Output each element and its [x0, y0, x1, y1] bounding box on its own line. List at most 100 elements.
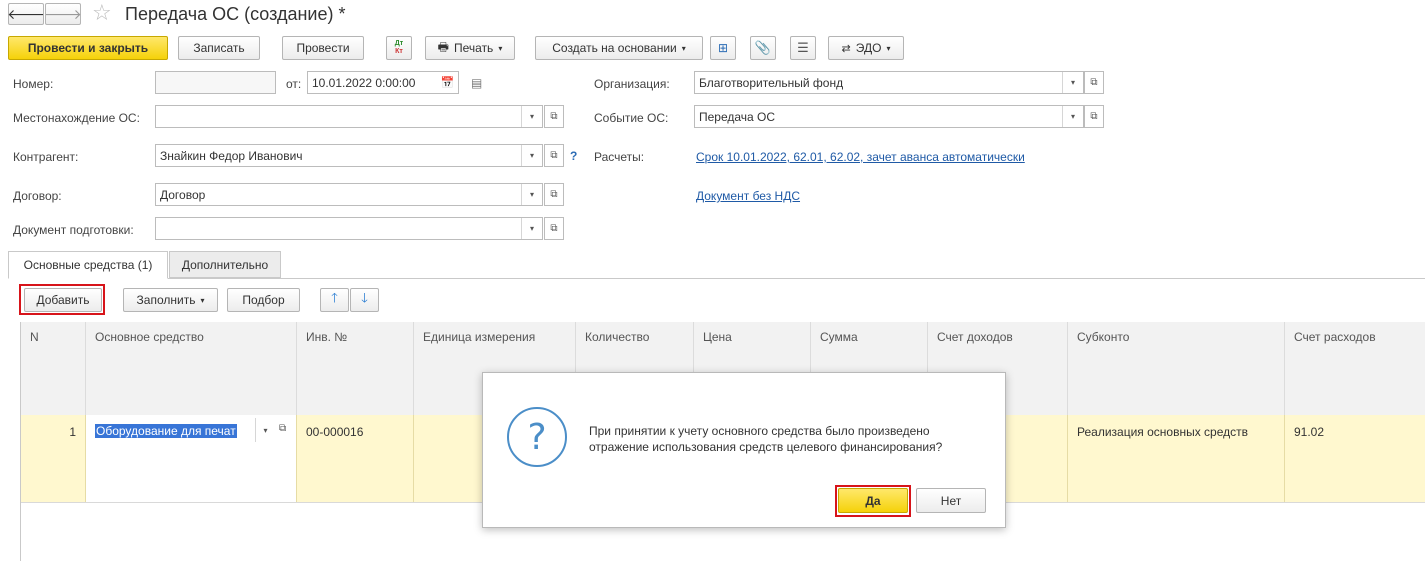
settlements-link[interactable]: Срок 10.01.2022, 62.01, 62.02, зачет ава…: [696, 150, 1025, 164]
printer-icon: 🖶: [437, 39, 449, 54]
organization-value: Благотворительный фонд: [699, 75, 844, 90]
add-highlight-frame: [19, 284, 105, 315]
cell-subconto[interactable]: Реализация основных средств: [1068, 415, 1285, 502]
open-location-button[interactable]: ⧉: [544, 105, 564, 128]
dialog-message-line2: отражение использования средств целевого…: [589, 440, 943, 454]
chevron-down-icon[interactable]: ▾: [521, 218, 542, 239]
date-value: 10.01.2022 0:00:00: [312, 75, 416, 90]
tab-fixed-assets[interactable]: Основные средства (1): [8, 251, 168, 279]
help-icon[interactable]: ?: [570, 149, 577, 163]
col-inv[interactable]: Инв. №: [297, 322, 414, 415]
paperclip-icon: 📎: [754, 40, 772, 55]
arrow-left-icon: 🡐: [7, 5, 45, 22]
open-icon: ⧉: [1090, 77, 1098, 88]
chevron-down-icon: ▾: [200, 295, 205, 305]
post-and-close-button[interactable]: Провести и закрыть: [8, 36, 168, 60]
dialog-message-line1: При принятии к учету основного средства …: [589, 424, 930, 438]
asset-dropdown[interactable]: ▾: [255, 418, 275, 442]
open-icon: ⧉: [550, 223, 558, 234]
number-label: Номер:: [13, 77, 54, 91]
dt-kt-icon: Дт Кт: [394, 40, 404, 55]
fill-button[interactable]: Заполнить ▾: [123, 288, 218, 312]
print-button[interactable]: 🖶 Печать ▾: [425, 36, 515, 60]
open-icon: ⧉: [1090, 111, 1098, 122]
open-icon: ⧉: [550, 189, 558, 200]
attach-button[interactable]: 📎: [750, 36, 776, 60]
open-prep-doc-button[interactable]: ⧉: [544, 217, 564, 240]
col-n[interactable]: N: [21, 322, 86, 415]
save-button[interactable]: Записать: [178, 36, 260, 60]
chevron-down-icon[interactable]: ▾: [521, 184, 542, 205]
cell-expense-account[interactable]: 91.02: [1285, 415, 1425, 502]
create-based-on-button[interactable]: Создать на основании ▾: [535, 36, 703, 60]
open-event-button[interactable]: ⧉: [1084, 105, 1104, 128]
contract-label: Договор:: [13, 189, 62, 203]
chevron-down-icon: ▾: [498, 43, 503, 53]
open-icon: ⧉: [550, 111, 558, 122]
chevron-down-icon[interactable]: ▾: [1062, 106, 1083, 127]
prep-doc-field[interactable]: ▾: [155, 217, 543, 240]
cell-inv[interactable]: 00-000016: [297, 415, 414, 502]
contract-field[interactable]: Договор ▾: [155, 183, 543, 206]
open-icon[interactable]: ⧉: [279, 423, 286, 434]
organization-field[interactable]: Благотворительный фонд ▾: [694, 71, 1084, 94]
dt-kt-button[interactable]: Дт Кт: [386, 36, 412, 60]
vat-document-link[interactable]: Документ без НДС: [696, 189, 800, 203]
counterparty-field[interactable]: Знайкин Федор Иванович ▾: [155, 144, 543, 167]
location-field[interactable]: ▾: [155, 105, 543, 128]
arrow-up-icon: 🡑: [331, 290, 338, 305]
chevron-down-icon: ▾: [886, 43, 891, 53]
chevron-down-icon: ▾: [681, 43, 686, 53]
counterparty-value: Знайкин Федор Иванович: [160, 148, 303, 163]
open-contract-button[interactable]: ⧉: [544, 183, 564, 206]
window-title: Передача ОС (создание) *: [125, 4, 346, 24]
counterparty-label: Контрагент:: [13, 150, 79, 164]
event-label: Событие ОС:: [594, 111, 669, 125]
date-field[interactable]: 10.01.2022 0:00:00 📅: [307, 71, 459, 94]
col-asset[interactable]: Основное средство: [86, 322, 297, 415]
comment-icon[interactable]: ▤: [471, 76, 482, 90]
back-button[interactable]: 🡐: [7, 3, 45, 25]
calendar-icon[interactable]: 📅: [437, 72, 458, 93]
chevron-down-icon[interactable]: ▾: [521, 106, 542, 127]
col-expense-account[interactable]: Счет расходов: [1285, 322, 1425, 415]
confirm-dialog: ? При принятии к учету основного средств…: [482, 372, 1006, 528]
open-counterparty-button[interactable]: ⧉: [544, 144, 564, 167]
select-button[interactable]: Подбор: [227, 288, 300, 312]
organization-label: Организация:: [594, 77, 670, 91]
forward-button[interactable]: 🡒: [44, 3, 82, 25]
open-organization-button[interactable]: ⧉: [1084, 71, 1104, 94]
event-value: Передача ОС: [699, 109, 776, 124]
structure-button[interactable]: ⊞: [710, 36, 736, 60]
cell-n[interactable]: 1: [21, 415, 86, 502]
date-label: от:: [286, 77, 302, 91]
tabs-baseline: [8, 278, 1425, 279]
arrow-down-icon: 🡓: [361, 290, 368, 305]
move-down-button[interactable]: 🡓: [350, 288, 379, 312]
post-button[interactable]: Провести: [282, 36, 364, 60]
move-up-button[interactable]: 🡑: [320, 288, 349, 312]
yes-highlight-frame: [835, 485, 911, 517]
number-field[interactable]: [155, 71, 276, 94]
col-subconto[interactable]: Субконто: [1068, 322, 1285, 415]
edo-button[interactable]: ⇄ ЭДО ▾: [828, 36, 904, 60]
asset-value: Оборудование для печат: [95, 424, 237, 438]
arrow-right-icon: 🡒: [44, 5, 82, 22]
tab-fixed-assets-label: Основные средства (1): [23, 258, 153, 272]
edo-label: ЭДО: [855, 41, 882, 55]
prep-doc-label: Документ подготовки:: [13, 223, 134, 237]
edo-icon: ⇄: [841, 42, 851, 55]
location-label: Местонахождение ОС:: [13, 111, 140, 125]
favorite-star-icon[interactable]: ☆: [92, 1, 112, 25]
asset-editor[interactable]: Оборудование для печат: [92, 418, 262, 444]
fill-label: Заполнить: [136, 293, 196, 307]
report-button[interactable]: ☰: [790, 36, 816, 60]
chevron-down-icon[interactable]: ▾: [1062, 72, 1083, 93]
event-field[interactable]: Передача ОС ▾: [694, 105, 1084, 128]
settlements-label: Расчеты:: [594, 150, 645, 164]
chevron-down-icon[interactable]: ▾: [521, 145, 542, 166]
document-list-icon: ☰: [797, 40, 809, 55]
print-label: Печать: [454, 41, 494, 55]
tab-additional[interactable]: Дополнительно: [169, 251, 281, 278]
no-button[interactable]: Нет: [916, 488, 986, 513]
